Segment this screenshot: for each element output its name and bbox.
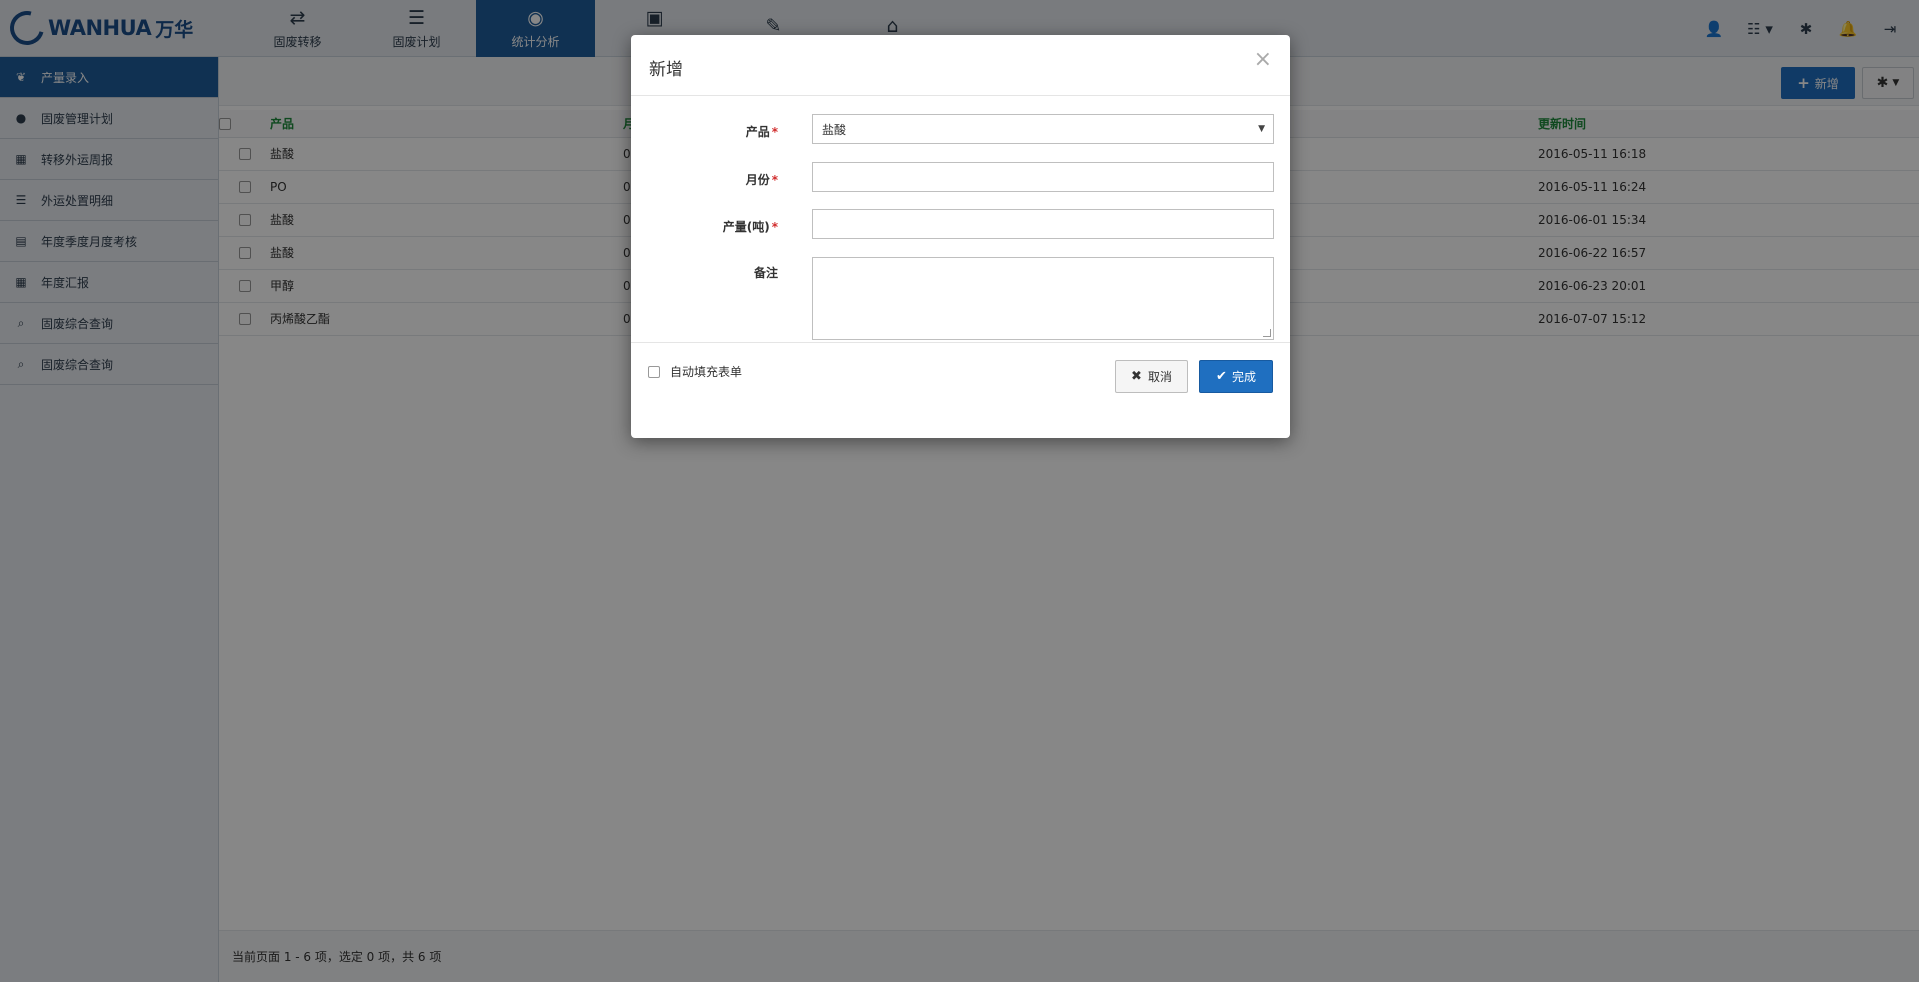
output-label-text: 产量(吨): [722, 220, 770, 234]
dialog-footer: 自动填充表单 ✖ 取消 ✔ 完成: [631, 343, 1290, 437]
resize-handle-icon[interactable]: [1263, 329, 1271, 337]
dialog-header: 新增 ×: [631, 35, 1290, 96]
check-icon: ✔: [1216, 369, 1227, 384]
remark-label-text: 备注: [753, 266, 778, 280]
product-label-text: 产品: [745, 125, 770, 139]
cancel-button-label: 取消: [1147, 370, 1172, 384]
required-marker: *: [771, 125, 778, 139]
dialog-title: 新增: [649, 60, 683, 80]
complete-button[interactable]: ✔ 完成: [1199, 360, 1273, 393]
product-select-value: 盐酸: [822, 122, 847, 137]
complete-button-label: 完成: [1231, 370, 1256, 384]
month-label-text: 月份: [745, 173, 770, 187]
chevron-down-icon: ▼: [1258, 124, 1265, 134]
required-marker: *: [771, 173, 778, 187]
add-record-dialog: 新增 × 产品 * 盐酸 ▼ 月份 * 产量(吨) * 备注 自动填充表单 ✖ …: [631, 35, 1290, 438]
output-label: 产量(吨) *: [631, 218, 778, 235]
month-label: 月份 *: [631, 171, 778, 188]
auto-fill-toggle[interactable]: 自动填充表单: [648, 363, 742, 380]
remark-textarea[interactable]: [812, 257, 1274, 340]
cancel-button[interactable]: ✖ 取消: [1115, 360, 1188, 393]
remark-label: 备注: [631, 264, 778, 281]
close-icon: ✖: [1131, 369, 1142, 384]
month-field[interactable]: [812, 162, 1274, 192]
dialog-body: 产品 * 盐酸 ▼ 月份 * 产量(吨) * 备注: [631, 96, 1290, 343]
output-field[interactable]: [812, 209, 1274, 239]
auto-fill-checkbox[interactable]: [648, 365, 660, 378]
required-marker: *: [771, 220, 778, 234]
product-label: 产品 *: [631, 123, 778, 140]
close-icon[interactable]: ×: [1254, 47, 1272, 72]
product-select[interactable]: 盐酸 ▼: [812, 114, 1274, 144]
modal-backdrop[interactable]: 新增 × 产品 * 盐酸 ▼ 月份 * 产量(吨) * 备注 自动填充表单 ✖ …: [0, 0, 1919, 982]
auto-fill-label: 自动填充表单: [670, 365, 743, 379]
